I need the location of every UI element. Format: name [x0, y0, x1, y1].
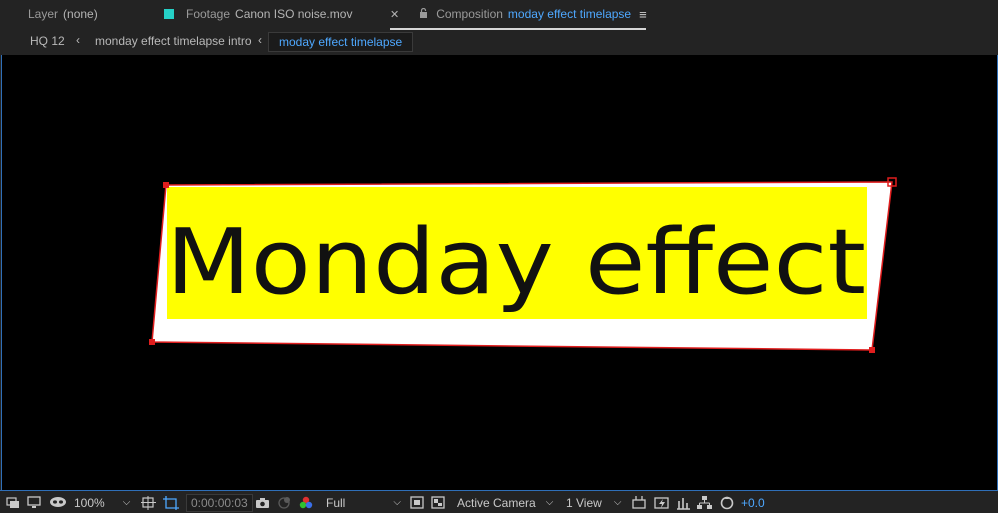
mask-vertex[interactable] — [163, 182, 169, 188]
tab-kind: Footage — [186, 7, 231, 21]
camera-value: Active Camera — [457, 495, 536, 510]
always-preview-icon[interactable] — [6, 494, 20, 511]
flowchart-icon[interactable] — [697, 494, 712, 511]
fast-previews-icon[interactable] — [410, 494, 424, 511]
zoom-value: 100% — [74, 495, 105, 510]
tab-kind: Composition — [436, 7, 503, 21]
mask-vertex[interactable] — [149, 339, 155, 345]
region-of-interest-icon[interactable] — [163, 494, 179, 511]
hamburger-menu-icon[interactable]: ≡ — [639, 7, 647, 22]
camera-snapshot-icon[interactable] — [255, 494, 270, 511]
grid-icon[interactable] — [141, 494, 156, 511]
chevron-down-icon: ⌵ — [393, 497, 401, 508]
tab-name: Canon ISO noise.mov — [235, 7, 353, 21]
tab-composition[interactable]: ✕ Composition moday effect timelapse ≡ — [390, 0, 647, 30]
tab-name: moday effect timelapse — [507, 7, 632, 21]
monitor-icon[interactable] — [27, 494, 41, 511]
views-dropdown[interactable]: 1 View ⌵ — [560, 494, 624, 511]
resolution-dropdown[interactable]: Full ⌵ — [320, 494, 402, 511]
chevron-left-icon: ‹ — [76, 33, 80, 47]
panel-tab-bar: Layer (none) Footage Canon ISO noise.mov… — [0, 0, 998, 30]
chevron-left-icon: ‹ — [258, 33, 262, 47]
color-channels-icon[interactable] — [298, 494, 314, 511]
reset-exposure-icon[interactable] — [720, 494, 734, 511]
viewer-toolbar: 100% ⌵ 0:00:00:03 Full ⌵ Active Camera ⌵… — [0, 490, 998, 513]
breadcrumb-current[interactable]: moday effect timelapse — [268, 32, 414, 52]
chevron-down-icon: ⌵ — [122, 497, 131, 508]
fast-previews-icon-2[interactable] — [654, 494, 669, 511]
exposure-value[interactable]: +0.0 — [741, 494, 765, 511]
timecode-display[interactable]: 0:00:00:03 — [186, 494, 253, 512]
transparency-grid-icon[interactable] — [431, 494, 445, 511]
tab-layer[interactable]: Layer (none) — [28, 0, 98, 28]
composition-viewer[interactable]: Monday effect — [1, 55, 998, 490]
chevron-down-icon: ⌵ — [545, 497, 554, 508]
lock-icon[interactable] — [419, 7, 428, 21]
3d-view-icon[interactable] — [631, 494, 647, 511]
tab-name: (none) — [63, 7, 98, 21]
breadcrumb: HQ 12 ‹ monday effect timelapse intro ‹ … — [0, 30, 998, 54]
views-value: 1 View — [566, 495, 602, 510]
tab-footage[interactable]: Footage Canon ISO noise.mov — [164, 0, 352, 28]
resolution-value: Full — [326, 495, 346, 510]
label-color-swatch — [164, 9, 174, 19]
close-icon[interactable]: ✕ — [390, 8, 399, 21]
timeline-icon[interactable] — [676, 494, 691, 511]
composition-panel: Layer (none) Footage Canon ISO noise.mov… — [0, 0, 998, 513]
composition-text: Monday effect — [166, 210, 866, 315]
zoom-dropdown[interactable]: 100% ⌵ — [70, 494, 134, 511]
tab-kind: Layer — [28, 7, 59, 21]
breadcrumb-item[interactable]: monday effect timelapse intro — [95, 34, 252, 48]
show-snapshot-icon[interactable] — [277, 494, 292, 511]
chevron-down-icon: ⌵ — [613, 497, 622, 508]
camera-dropdown[interactable]: Active Camera ⌵ — [451, 494, 554, 511]
mask-vertex[interactable] — [869, 347, 875, 353]
breadcrumb-item[interactable]: HQ 12 — [30, 34, 65, 48]
mask-visibility-icon[interactable] — [49, 494, 67, 511]
